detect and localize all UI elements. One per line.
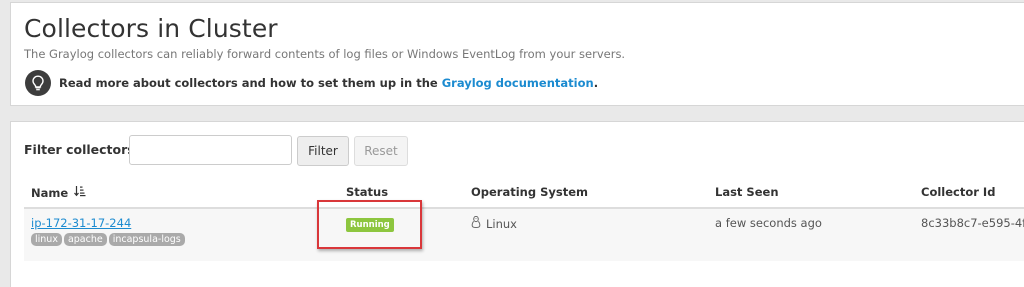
page-title: Collectors in Cluster bbox=[24, 14, 278, 43]
tag-badge: incapsula-logs bbox=[108, 233, 185, 246]
column-header-name[interactable]: Name bbox=[31, 185, 86, 200]
info-prefix: Read more about collectors and how to se… bbox=[59, 76, 438, 90]
column-header-status: Status bbox=[346, 185, 389, 199]
last-seen-value: a few seconds ago bbox=[715, 216, 822, 230]
graylog-documentation-link[interactable]: Graylog documentation bbox=[442, 76, 594, 90]
info-text: Read more about collectors and how to se… bbox=[59, 76, 598, 90]
collector-tags: linux apache incapsula-logs bbox=[31, 233, 185, 246]
info-suffix: . bbox=[593, 76, 599, 90]
reset-button[interactable]: Reset bbox=[354, 136, 408, 166]
lightbulb-icon bbox=[25, 70, 51, 96]
os-cell: Linux bbox=[471, 215, 517, 231]
filter-button[interactable]: Filter bbox=[297, 136, 349, 166]
column-header-collector-id: Collector Id bbox=[921, 185, 996, 199]
column-header-last-seen: Last Seen bbox=[715, 185, 779, 199]
tag-badge: apache bbox=[63, 233, 107, 246]
collector-id-value: 8c33b8c7-e595-4fb8- bbox=[921, 216, 1024, 230]
sort-alpha-asc-icon[interactable] bbox=[74, 185, 86, 200]
highlight-annotation-box bbox=[317, 200, 422, 249]
column-header-os: Operating System bbox=[471, 185, 589, 199]
page-header-panel: Collectors in Cluster The Graylog collec… bbox=[10, 2, 1024, 106]
column-name-label: Name bbox=[31, 185, 69, 200]
collector-name-link[interactable]: ip-172-31-17-244 bbox=[31, 216, 131, 230]
filter-label: Filter collectors bbox=[24, 142, 135, 157]
collectors-panel: Filter collectors Filter Reset Name Stat… bbox=[10, 121, 1024, 287]
os-label: Linux bbox=[486, 216, 517, 231]
tag-badge: linux bbox=[31, 233, 62, 246]
page-description: The Graylog collectors can reliably forw… bbox=[24, 47, 626, 61]
filter-input[interactable] bbox=[129, 135, 292, 165]
linux-icon bbox=[471, 215, 481, 231]
